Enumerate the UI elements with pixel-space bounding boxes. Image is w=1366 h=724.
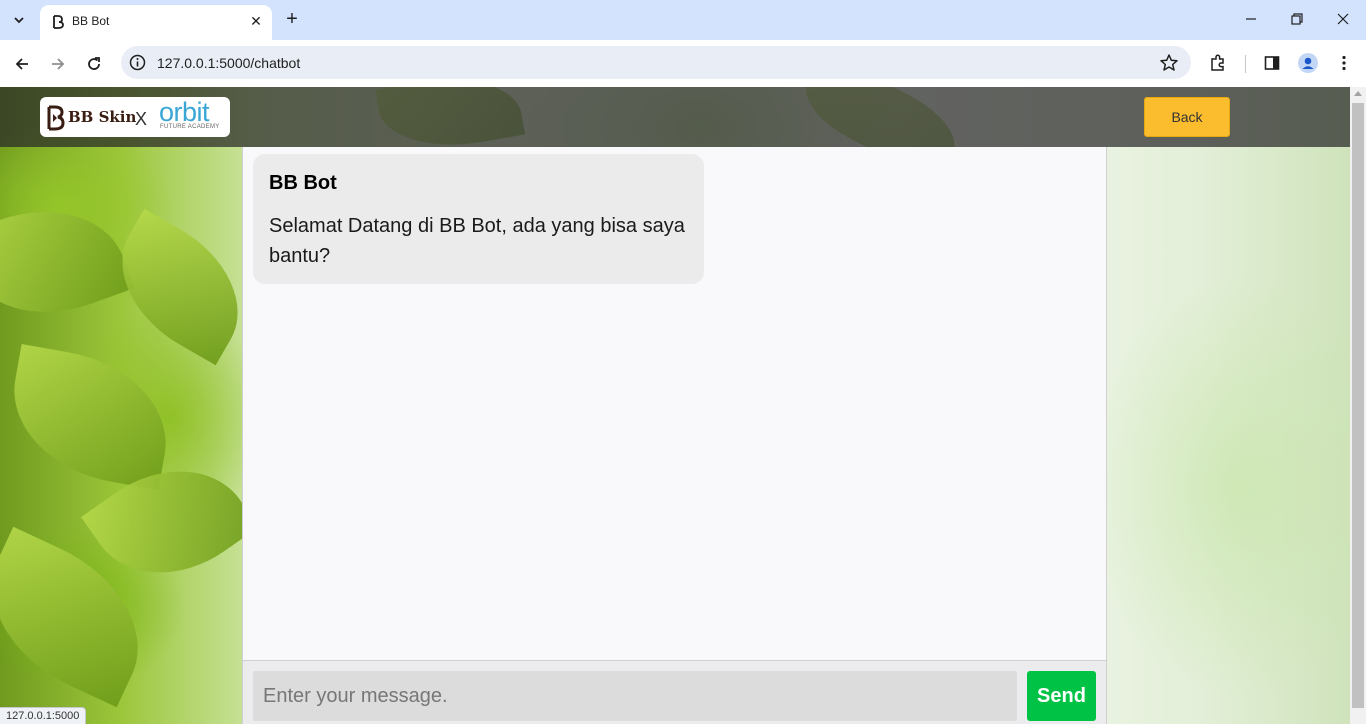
reload-icon[interactable]: [80, 50, 108, 78]
star-icon[interactable]: [1159, 53, 1179, 73]
leaf-decoration: [0, 344, 180, 490]
send-button[interactable]: Send: [1027, 671, 1096, 721]
address-bar[interactable]: 127.0.0.1:5000/chatbot: [121, 46, 1191, 79]
browser-toolbar: 127.0.0.1:5000/chatbot: [0, 40, 1366, 87]
window-close-icon[interactable]: [1329, 8, 1357, 32]
browser-tab-bar: BB Bot ✕ +: [0, 0, 1366, 40]
favicon-icon: [53, 15, 64, 29]
scroll-up-icon[interactable]: [1354, 91, 1362, 96]
back-button[interactable]: Back: [1144, 97, 1230, 137]
scrollbar-thumb[interactable]: [1352, 103, 1364, 708]
minimize-icon[interactable]: [1237, 8, 1265, 32]
url-text[interactable]: 127.0.0.1:5000/chatbot: [157, 55, 300, 71]
toolbar-divider: [1245, 55, 1246, 73]
message-composer: Send: [243, 660, 1106, 724]
message-text: Selamat Datang di BB Bot, ada yang bisa …: [269, 215, 685, 267]
restore-icon[interactable]: [1283, 8, 1311, 32]
bb-logo-icon: [47, 105, 65, 131]
page-scrollbar[interactable]: [1350, 87, 1366, 724]
browser-tab[interactable]: BB Bot ✕: [40, 5, 272, 40]
tab-list-icon[interactable]: [6, 7, 32, 33]
plus-icon[interactable]: +: [278, 7, 306, 33]
page-header: BB Skin X orbit FUTURE ACADEMY Back: [0, 87, 1350, 147]
message-sender: BB Bot: [269, 172, 337, 194]
forward-arrow-icon[interactable]: [44, 50, 72, 78]
message-input[interactable]: [253, 671, 1017, 721]
page-background: BB Skin X orbit FUTURE ACADEMY Back BB B…: [0, 87, 1350, 724]
extensions-icon[interactable]: [1207, 52, 1229, 74]
back-arrow-icon[interactable]: [8, 50, 36, 78]
info-icon[interactable]: [129, 54, 146, 71]
more-icon[interactable]: [1333, 52, 1355, 74]
bot-message-bubble: BB Bot Selamat Datang di BB Bot, ada yan…: [253, 154, 704, 284]
leaf-decoration: [0, 184, 135, 340]
status-url: 127.0.0.1:5000: [0, 707, 87, 724]
logo-brand-text: BB Skin: [68, 108, 137, 126]
tab-title: BB Bot: [72, 14, 110, 28]
chat-panel: BB Bot Selamat Datang di BB Bot, ada yan…: [242, 147, 1107, 724]
logo: BB Skin X orbit FUTURE ACADEMY: [40, 97, 230, 137]
logo-partner-subtext: FUTURE ACADEMY: [160, 124, 220, 130]
profile-icon[interactable]: [1297, 52, 1319, 74]
side-panel-icon[interactable]: [1261, 52, 1283, 74]
close-icon[interactable]: ✕: [248, 13, 264, 29]
logo-separator: X: [135, 109, 148, 129]
